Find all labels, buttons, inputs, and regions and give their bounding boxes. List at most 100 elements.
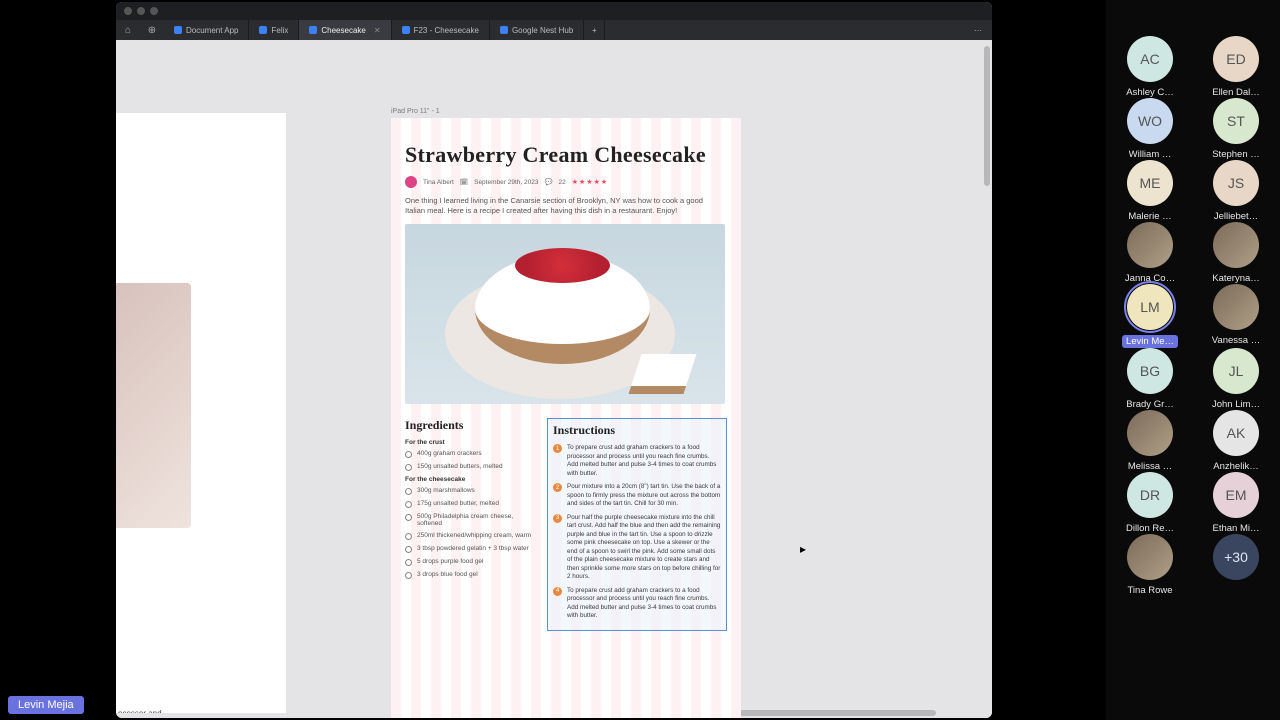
tab-f23-cheesecake[interactable]: F23 - Cheesecake — [392, 20, 490, 40]
participants-overflow[interactable]: +30 — [1201, 534, 1271, 596]
participant-tile[interactable]: Melissa … — [1115, 410, 1185, 472]
step-text: Pour mixture into a 20cm (8") tart tin. … — [567, 483, 721, 509]
participant-avatar-photo — [1127, 222, 1173, 268]
participant-avatar-initials: ED — [1213, 36, 1259, 82]
ingredient-item: 500g Philadelphia cream cheese, softened — [405, 513, 533, 527]
close-traffic-light[interactable] — [124, 7, 132, 15]
byline-row: Tina Albert 🗓 September 29th, 2023 💬 22 … — [405, 176, 727, 188]
participant-tile[interactable]: JLJohn Lim… — [1201, 348, 1271, 410]
instructions-column-selected[interactable]: Instructions 1To prepare crust add graha… — [547, 418, 727, 631]
participant-tile[interactable]: EMEthan Mi… — [1201, 472, 1271, 534]
participant-name: Ashley C… — [1126, 87, 1174, 98]
tab-favicon — [500, 26, 508, 34]
hero-image-peek — [116, 283, 191, 528]
minimize-traffic-light[interactable] — [137, 7, 145, 15]
hero-video[interactable] — [405, 224, 725, 404]
ingredient-item: 300g marshmallows — [405, 487, 533, 495]
ingredients-heading: Ingredients — [405, 418, 533, 433]
participant-avatar-initials: AK — [1213, 410, 1259, 456]
checkbox-icon[interactable] — [405, 559, 412, 566]
checkbox-icon[interactable] — [405, 514, 412, 521]
participant-tile[interactable]: Janna Co… — [1115, 222, 1185, 284]
step-number-badge: 2 — [553, 483, 562, 492]
home-icon[interactable]: ⌂ — [116, 20, 140, 40]
globe-icon[interactable]: ⊕ — [140, 20, 164, 40]
design-canvas[interactable]: ▸ ocessor andutter and pulse k of a spoo… — [116, 40, 992, 718]
participant-name: Levin Me… — [1122, 335, 1178, 348]
tab-strip: ⌂ ⊕ Document App Felix Cheesecake ✕ F23 -… — [116, 20, 992, 40]
participant-tile[interactable]: LM Levin Me… — [1115, 284, 1185, 348]
cake-slice-shape — [629, 354, 697, 394]
participant-name: Melissa … — [1128, 461, 1172, 472]
zoom-traffic-light[interactable] — [150, 7, 158, 15]
ingredient-text: 400g graham crackers — [417, 450, 482, 457]
tab-google-nest-hub[interactable]: Google Nest Hub — [490, 20, 584, 40]
ingredient-item: 150g unsalted butters, melted — [405, 463, 533, 471]
ingredient-text: 3 drops blue food gel — [417, 571, 478, 578]
nest-hub-frame-peek[interactable]: ocessor andutter and pulse k of a spoon … — [116, 113, 286, 713]
checkbox-icon[interactable] — [405, 451, 412, 458]
recipe-intro: One thing I learned living in the Canars… — [405, 196, 705, 216]
tab-felix[interactable]: Felix — [249, 20, 299, 40]
participant-avatar-photo — [1213, 222, 1259, 268]
participant-tile[interactable]: AK Anzhelik… — [1201, 410, 1271, 472]
participant-tile[interactable]: BGBrady Gr… — [1115, 348, 1185, 410]
participant-tile[interactable]: DRDillon Re… — [1115, 472, 1185, 534]
participant-tile[interactable]: Vanessa … — [1201, 284, 1271, 348]
ipad-frame[interactable]: Strawberry Cream Cheesecake Tina Albert … — [391, 118, 741, 718]
tab-cheesecake[interactable]: Cheesecake ✕ — [299, 20, 391, 40]
participant-name: Anzhelik… — [1213, 461, 1258, 472]
checkbox-icon[interactable] — [405, 464, 412, 471]
tab-favicon — [309, 26, 317, 34]
participant-avatar-photo — [1127, 534, 1173, 580]
participant-avatar-photo — [1127, 410, 1173, 456]
participant-avatar-initials: JS — [1213, 160, 1259, 206]
ingredient-text: 500g Philadelphia cream cheese, softened — [417, 513, 533, 527]
ingredient-item: 175g unsalted butter, melted — [405, 500, 533, 508]
participant-tile[interactable]: MEMalerie … — [1115, 160, 1185, 222]
calendar-icon: 🗓 — [460, 178, 468, 186]
cheesecake-subheading: For the cheesecake — [405, 476, 533, 483]
participant-name: Ellen Dal… — [1212, 87, 1260, 98]
comment-count: 22 — [559, 179, 566, 186]
new-tab-button[interactable]: + — [584, 20, 605, 40]
participant-name: Dillon Re… — [1126, 523, 1174, 534]
participant-name: Janna Co… — [1125, 273, 1175, 284]
checkbox-icon[interactable] — [405, 488, 412, 495]
tab-favicon — [174, 26, 182, 34]
instruction-step: 3Pour half the purple cheesecake mixture… — [553, 514, 721, 582]
participant-tile[interactable]: STStephen … — [1201, 98, 1271, 160]
presenter-name-chip[interactable]: Levin Mejia — [8, 696, 84, 714]
step-number-badge: 1 — [553, 444, 562, 453]
ingredient-text: 5 drops purple food gel — [417, 558, 484, 565]
tab-label: Cheesecake — [321, 26, 365, 35]
participant-name: Ethan Mi… — [1213, 523, 1260, 534]
checkbox-icon[interactable] — [405, 501, 412, 508]
tab-document-app[interactable]: Document App — [164, 20, 249, 40]
participant-tile[interactable]: ED Ellen Dal… — [1201, 36, 1271, 98]
ingredient-item: 400g graham crackers — [405, 450, 533, 458]
participant-tile[interactable]: Tina Rowe — [1115, 534, 1185, 596]
tab-overflow-icon[interactable]: ⋯ — [964, 20, 992, 40]
scrollbar-vertical[interactable] — [984, 46, 990, 186]
instructions-heading: Instructions — [553, 423, 721, 438]
participant-avatar-initials: BG — [1127, 348, 1173, 394]
recipe-title: Strawberry Cream Cheesecake — [405, 142, 727, 168]
play-icon[interactable] — [548, 297, 582, 331]
ingredients-column: Ingredients For the crust 400g graham cr… — [405, 418, 533, 631]
participant-tile[interactable]: WOWilliam … — [1115, 98, 1185, 160]
participant-tile[interactable]: JSJelliebet… — [1201, 160, 1271, 222]
checkbox-icon[interactable] — [405, 533, 412, 540]
checkbox-icon[interactable] — [405, 546, 412, 553]
participant-name: John Lim… — [1212, 399, 1260, 410]
participant-tile[interactable]: ACAshley C… — [1115, 36, 1185, 98]
participant-tile[interactable]: Kateryna… — [1201, 222, 1271, 284]
frame-label[interactable]: iPad Pro 11" - 1 — [391, 108, 440, 115]
checkbox-icon[interactable] — [405, 572, 412, 579]
participant-avatar-initials: ME — [1127, 160, 1173, 206]
participant-avatar-initials: LM — [1127, 284, 1173, 330]
ingredient-text: 250ml thickened/whipping cream, warm — [417, 532, 531, 539]
close-tab-icon[interactable]: ✕ — [374, 26, 381, 35]
instruction-step: 4To prepare crust add graham crackers to… — [553, 587, 721, 621]
ingredient-item: 250ml thickened/whipping cream, warm — [405, 532, 533, 540]
